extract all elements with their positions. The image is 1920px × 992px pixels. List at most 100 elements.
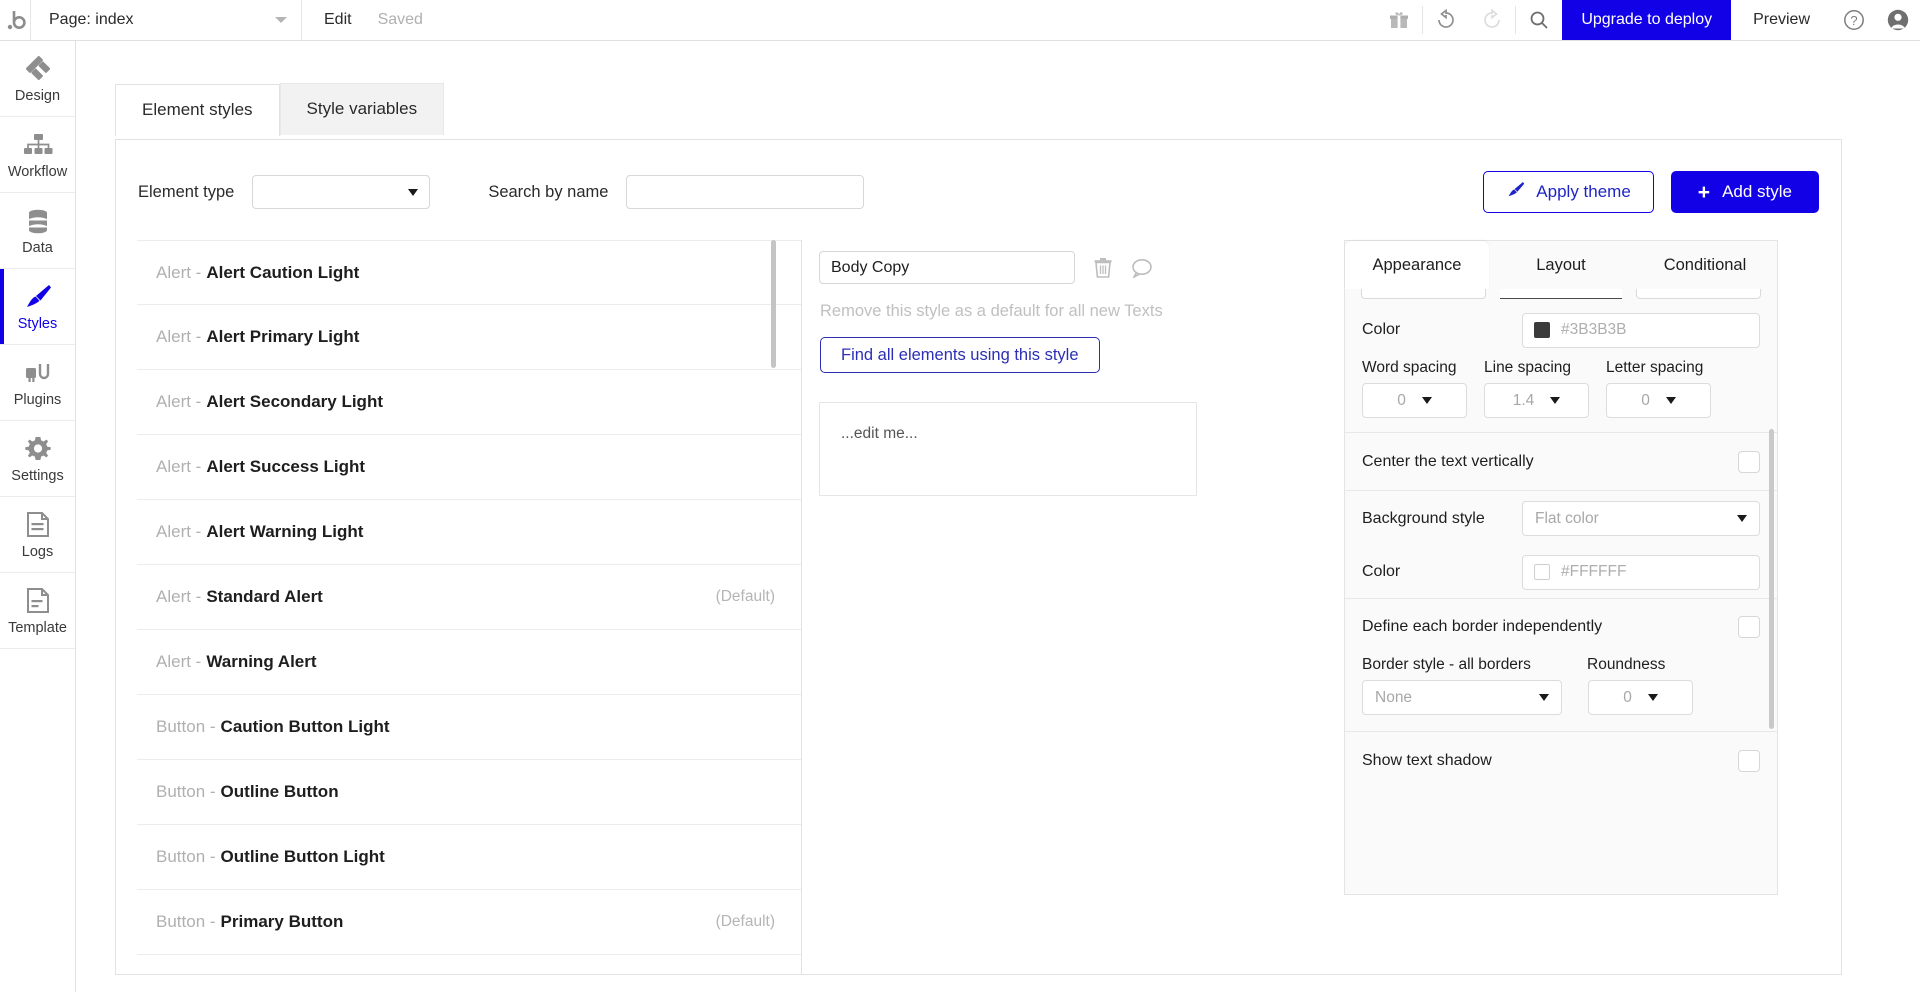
data-icon [24, 205, 52, 235]
redo-icon[interactable] [1469, 0, 1515, 40]
list-item[interactable]: Button - Primary Button (Default) [137, 890, 801, 955]
roundness-select[interactable]: 0 [1588, 680, 1693, 715]
bubble-logo-icon[interactable] [0, 0, 30, 40]
sidebar-item-workflow[interactable]: Workflow [0, 117, 75, 193]
style-name-input[interactable] [819, 251, 1075, 284]
background-style-row: Background style Flat color [1345, 490, 1777, 546]
search-icon[interactable] [1516, 0, 1562, 40]
style-row-prefix: Alert - [156, 587, 202, 606]
sidebar-item-design[interactable]: Design [0, 41, 75, 117]
tab-element-styles[interactable]: Element styles [115, 84, 280, 136]
tab-style-variables[interactable]: Style variables [279, 83, 445, 135]
sidebar-item-data[interactable]: Data [0, 193, 75, 269]
text-color-label: Color [1362, 321, 1401, 338]
gift-icon[interactable] [1376, 0, 1422, 40]
styles-panel: Element type Search by name Apply theme … [115, 139, 1842, 975]
search-input[interactable] [626, 175, 865, 209]
style-row-prefix: Alert - [156, 457, 202, 476]
top-toolbar: Page: index Edit Saved Upgrade to deploy… [0, 0, 1920, 41]
list-item[interactable]: Alert - Alert Warning Light [137, 500, 801, 565]
remove-default-link[interactable]: Remove this style as a default for all n… [820, 302, 1163, 321]
background-style-select[interactable]: Flat color [1522, 501, 1760, 536]
design-icon [23, 53, 53, 83]
sidebar-item-label: Settings [11, 468, 64, 484]
sidebar-item-template[interactable]: Template [0, 573, 75, 649]
center-text-checkbox[interactable] [1738, 450, 1760, 473]
sidebar-item-plugins[interactable]: Plugins [0, 345, 75, 421]
list-item[interactable]: Button - Outline Button Light [137, 825, 801, 890]
style-list[interactable]: Alert - Alert Caution Light Alert - Aler… [137, 240, 802, 974]
style-name-row [819, 251, 1153, 284]
letter-spacing-value: 0 [1641, 391, 1650, 409]
logs-icon [25, 509, 51, 539]
element-type-select[interactable] [252, 175, 431, 209]
style-row-prefix: Alert - [156, 262, 202, 282]
style-row-prefix: Alert - [156, 522, 202, 541]
sidebar-item-settings[interactable]: Settings [0, 421, 75, 497]
sidebar-item-logs[interactable]: Logs [0, 497, 75, 573]
tab-label: Style variables [306, 99, 418, 118]
background-color-field[interactable]: #FFFFFF [1522, 554, 1760, 590]
find-elements-label: Find all elements using this style [841, 345, 1079, 364]
edit-button[interactable]: Edit [302, 0, 368, 40]
sidebar-item-label: Workflow [7, 164, 68, 180]
chevron-down-icon [1647, 694, 1658, 701]
preview-button[interactable]: Preview [1731, 0, 1832, 40]
comment-icon[interactable] [1131, 258, 1153, 278]
help-icon[interactable]: ? [1832, 0, 1876, 40]
find-elements-button[interactable]: Find all elements using this style [820, 337, 1100, 373]
clipped-field-2[interactable] [1499, 289, 1623, 299]
color-swatch [1534, 322, 1550, 338]
text-shadow-checkbox[interactable] [1738, 749, 1760, 772]
line-spacing-select[interactable]: 1.4 [1484, 383, 1589, 418]
sidebar-item-label: Styles [17, 316, 58, 332]
clipped-field-3[interactable] [1636, 289, 1762, 299]
sidebar-item-styles[interactable]: Styles [0, 269, 75, 345]
style-row-name: Standard Alert [206, 587, 323, 606]
sidebar-item-label: Data [22, 240, 53, 256]
sidebar-item-label: Template [8, 620, 67, 636]
template-icon [25, 585, 51, 615]
tab-conditional[interactable]: Conditional [1633, 241, 1777, 289]
define-borders-checkbox[interactable] [1738, 615, 1760, 638]
apply-theme-button[interactable]: Apply theme [1483, 171, 1654, 213]
style-row-name: Outline Button [220, 782, 339, 801]
scrollbar-thumb[interactable] [1769, 429, 1774, 729]
page-selector[interactable]: Page: index [30, 0, 302, 40]
upgrade-to-deploy-button[interactable]: Upgrade to deploy [1562, 0, 1732, 40]
spacing-fields-row: 0 1.4 0 [1345, 377, 1777, 432]
account-icon[interactable] [1876, 0, 1920, 40]
background-style-label: Background style [1362, 509, 1485, 527]
word-spacing-select[interactable]: 0 [1362, 383, 1467, 418]
line-spacing-value: 1.4 [1512, 391, 1535, 409]
list-item[interactable]: Alert - Alert Primary Light [137, 305, 801, 370]
border-style-select[interactable]: None [1362, 680, 1562, 715]
style-row-prefix: Alert - [156, 392, 202, 411]
left-nav-rail: Design Workflow Data Styles Plugins Sett… [0, 41, 76, 992]
scrollbar-thumb[interactable] [771, 240, 776, 368]
style-row-prefix: Alert - [156, 327, 202, 346]
tab-appearance[interactable]: Appearance [1345, 241, 1489, 289]
list-item[interactable]: Alert - Standard Alert (Default) [137, 565, 801, 630]
letter-spacing-select[interactable]: 0 [1606, 383, 1711, 418]
svg-text:?: ? [1850, 13, 1857, 28]
list-item[interactable]: Alert - Alert Success Light [137, 435, 801, 500]
style-row-prefix: Button - [156, 912, 216, 931]
list-item[interactable]: Alert - Alert Caution Light [137, 240, 801, 305]
properties-scrollbar[interactable] [1769, 303, 1774, 873]
tab-layout[interactable]: Layout [1489, 241, 1633, 289]
list-item[interactable]: Button - Outline Button [137, 760, 801, 825]
add-style-button[interactable]: + Add style [1670, 171, 1819, 213]
border-labels-row: Border style - all borders Roundness [1345, 654, 1777, 674]
undo-icon[interactable] [1423, 0, 1469, 40]
style-detail-panel: Remove this style as a default for all n… [802, 240, 1302, 974]
list-item[interactable]: Button - Caution Button Light [137, 695, 801, 760]
list-item[interactable]: Alert - Alert Secondary Light [137, 370, 801, 435]
trash-icon[interactable] [1093, 257, 1113, 279]
text-shadow-label: Show text shadow [1362, 751, 1492, 769]
text-color-field[interactable]: #3B3B3B [1522, 312, 1760, 348]
clipped-field-1[interactable] [1361, 289, 1486, 299]
clipped-row-above [1345, 289, 1777, 307]
list-item[interactable]: Alert - Warning Alert [137, 630, 801, 695]
style-list-scrollbar[interactable] [771, 240, 776, 980]
